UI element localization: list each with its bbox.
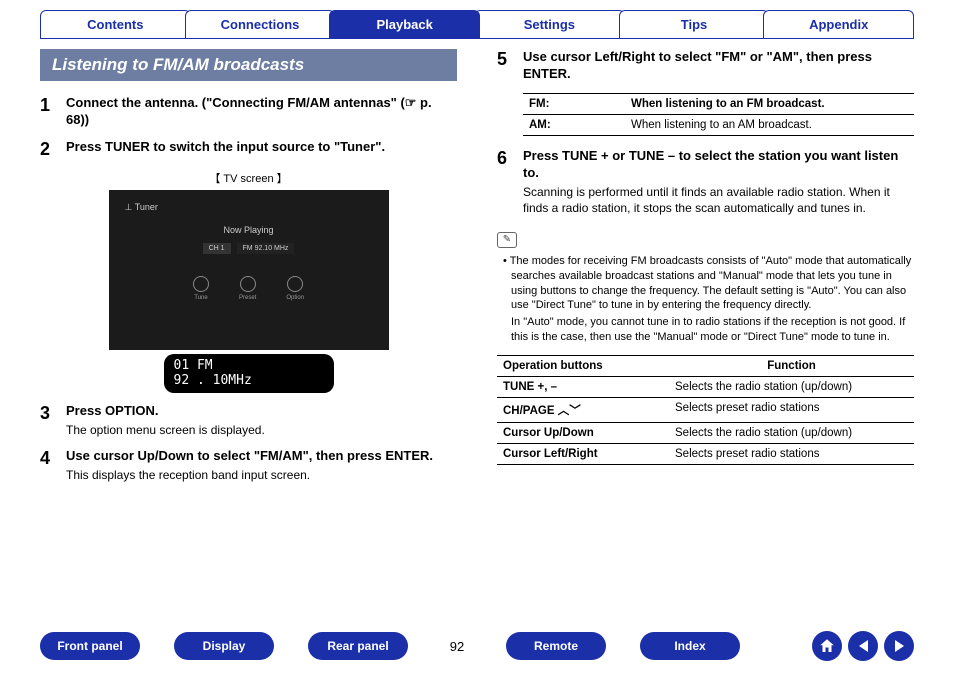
rear-panel-button[interactable]: Rear panel — [308, 632, 408, 660]
fm-am-table: FM:When listening to an FM broadcast. AM… — [523, 93, 914, 136]
home-icon[interactable] — [812, 631, 842, 661]
table-row: Cursor Up/DownSelects the radio station … — [497, 423, 914, 444]
step-3: 3 Press OPTION. The option menu screen i… — [40, 403, 457, 438]
step-5: 5 Use cursor Left/Right to select "FM" o… — [497, 49, 914, 83]
tab-appendix[interactable]: Appendix — [763, 10, 914, 39]
tab-playback[interactable]: Playback — [329, 10, 480, 39]
step-number: 1 — [40, 95, 56, 129]
tab-contents[interactable]: Contents — [40, 10, 191, 39]
step-text: Use cursor Left/Right to select "FM" or … — [523, 49, 914, 83]
operation-buttons-table: Operation buttons Function TUNE +, –Sele… — [497, 355, 914, 465]
step-6: 6 Press TUNE + or TUNE – to select the s… — [497, 148, 914, 216]
index-button[interactable]: Index — [640, 632, 740, 660]
remote-button[interactable]: Remote — [506, 632, 606, 660]
tv-option-icon: Option — [286, 276, 304, 301]
step-text: Press OPTION. — [66, 403, 457, 420]
note-bullet-1: • The modes for receiving FM broadcasts … — [497, 254, 914, 313]
table-row: TUNE +, –Selects the radio station (up/d… — [497, 377, 914, 398]
left-column: Listening to FM/AM broadcasts 1 Connect … — [40, 49, 457, 493]
step-text: Use cursor Up/Down to select "FM/AM", th… — [66, 448, 457, 465]
note-bullet-2: In "Auto" mode, you cannot tune in to ra… — [497, 315, 914, 345]
antenna-icon: ⊥ — [125, 202, 135, 212]
step-2: 2 Press TUNER to switch the input source… — [40, 139, 457, 160]
right-column: 5 Use cursor Left/Right to select "FM" o… — [497, 49, 914, 493]
section-title: Listening to FM/AM broadcasts — [40, 49, 457, 81]
step-4: 4 Use cursor Up/Down to select "FM/AM", … — [40, 448, 457, 483]
am-label: AM: — [523, 114, 625, 135]
tv-frequency: FM 92.10 MHz — [237, 243, 295, 254]
lcd-line-1: 01 FM — [174, 358, 324, 374]
display-button[interactable]: Display — [174, 632, 274, 660]
ops-col-1: Operation buttons — [497, 356, 669, 377]
step-desc: The option menu screen is displayed. — [66, 422, 457, 438]
step-text: Press TUNER to switch the input source t… — [66, 139, 457, 156]
tv-screen-preview: ⊥ Tuner Now Playing CH 1 FM 92.10 MHz Tu… — [109, 190, 389, 350]
tv-now-playing: Now Playing — [125, 225, 373, 235]
tv-tune-icon: Tune — [193, 276, 209, 301]
step-number: 3 — [40, 403, 56, 438]
note-icon: ✎ — [497, 232, 517, 248]
fm-desc: When listening to an FM broadcast. — [625, 93, 914, 114]
step-1: 1 Connect the antenna. ("Connecting FM/A… — [40, 95, 457, 129]
tv-channel: CH 1 — [203, 243, 231, 254]
step-text: Connect the antenna. ("Connecting FM/AM … — [66, 95, 457, 129]
step-number: 4 — [40, 448, 56, 483]
page-number: 92 — [442, 639, 472, 654]
next-page-icon[interactable] — [884, 631, 914, 661]
fm-label: FM: — [523, 93, 625, 114]
am-desc: When listening to an AM broadcast. — [625, 114, 914, 135]
step-number: 5 — [497, 49, 513, 83]
lcd-display: 01 FM 92 . 10MHz — [164, 354, 334, 393]
front-panel-button[interactable]: Front panel — [40, 632, 140, 660]
step-desc: Scanning is performed until it finds an … — [523, 184, 914, 216]
step-desc: This displays the reception band input s… — [66, 467, 457, 483]
tab-settings[interactable]: Settings — [474, 10, 625, 39]
tv-screen-label: 【 TV screen 】 — [40, 170, 457, 186]
prev-page-icon[interactable] — [848, 631, 878, 661]
tv-tuner-label: Tuner — [135, 202, 158, 212]
lcd-line-2: 92 . 10MHz — [174, 373, 324, 389]
table-row: Cursor Left/RightSelects preset radio st… — [497, 444, 914, 465]
ops-col-2: Function — [669, 356, 914, 377]
tab-connections[interactable]: Connections — [185, 10, 336, 39]
step-text: Press TUNE + or TUNE – to select the sta… — [523, 148, 914, 182]
step-number: 2 — [40, 139, 56, 160]
footer: Front panel Display Rear panel 92 Remote… — [0, 631, 954, 661]
top-nav: Contents Connections Playback Settings T… — [0, 0, 954, 39]
tab-tips[interactable]: Tips — [619, 10, 770, 39]
table-row: CH/PAGE ︿﹀Selects preset radio stations — [497, 398, 914, 423]
tv-preset-icon: Preset — [239, 276, 256, 301]
step-number: 6 — [497, 148, 513, 216]
